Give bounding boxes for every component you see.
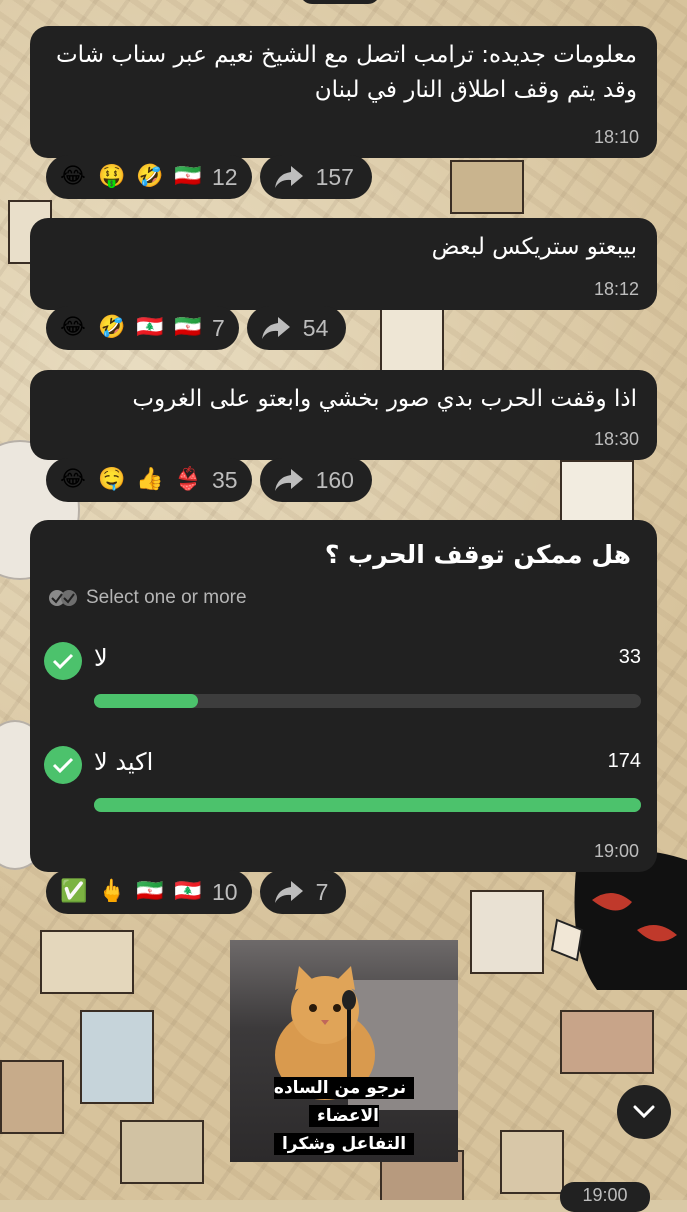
emoji-thumbs-up: 👍 <box>136 467 164 492</box>
reaction-pill[interactable]: 😂 🤣 🇱🇧 🇮🇷 7 <box>46 306 239 350</box>
message-bubble[interactable]: معلومات جديده: ترامب اتصل مع الشيخ نعيم … <box>30 26 657 158</box>
reaction-pill[interactable]: ✅ 🖕 🇮🇷 🇱🇧 10 <box>46 870 252 914</box>
share-pill[interactable]: 157 <box>259 155 372 199</box>
emoji-lebanon-flag: 🇱🇧 <box>174 879 202 904</box>
reaction-count: 35 <box>212 466 238 493</box>
emoji-iran-flag: 🇮🇷 <box>136 879 164 904</box>
poll-option-label: لا <box>94 644 108 672</box>
poll-bubble: هل ممكن توقف الحرب ؟ Select one or more … <box>30 520 657 872</box>
message-reactions: 😂 🤣 🇱🇧 🇮🇷 7 54 <box>46 306 347 350</box>
message-time: 18:30 <box>593 429 639 449</box>
poll-option-bar-fill <box>94 798 641 812</box>
checkmark-icon <box>44 746 82 784</box>
share-count: 54 <box>302 314 329 341</box>
emoji-check-mark: ✅ <box>60 879 88 904</box>
share-arrow-icon <box>274 881 303 903</box>
share-count: 7 <box>315 878 329 905</box>
emoji-bikini: 👙 <box>174 467 202 492</box>
emoji-tears-of-joy: 😂 <box>60 315 86 340</box>
poll-subtitle-row: Select one or more <box>48 587 657 609</box>
poll-option-bar <box>94 798 641 812</box>
cat-sticker[interactable]: نرجو من الساده الاعضاء التفاعل وشكرا <box>230 940 458 1162</box>
emoji-middle-finger: 🖕 <box>98 879 126 904</box>
emoji-drooling: 🤤 <box>98 467 126 492</box>
poll-option[interactable]: اكيد لا 174 <box>44 746 641 812</box>
poll-option-bar-fill <box>94 694 198 708</box>
poll-subtitle: Select one or more <box>86 587 247 608</box>
double-check-icon <box>49 590 77 606</box>
share-count: 157 <box>315 163 354 190</box>
reaction-count: 12 <box>212 163 238 190</box>
message-time: 18:12 <box>593 279 639 299</box>
sticker-caption-line: نرجو من الساده الاعضاء <box>273 1077 415 1127</box>
previous-reaction-stub <box>300 0 380 4</box>
checkmark-icon <box>44 642 82 680</box>
emoji-lebanon-flag: 🇱🇧 <box>136 315 164 340</box>
emoji-rofl: 🤣 <box>136 164 164 189</box>
message-reactions: 😂 🤤 👍 👙 35 160 <box>46 458 372 502</box>
sticker-caption: نرجو من الساده الاعضاء التفاعل وشكرا <box>238 1074 450 1158</box>
reaction-pill[interactable]: 😂 🤤 👍 👙 35 <box>46 458 252 502</box>
share-pill[interactable]: 54 <box>246 306 347 350</box>
poll-option-bar <box>94 694 641 708</box>
poll-option-votes: 174 <box>607 750 641 772</box>
reaction-count: 10 <box>212 878 238 905</box>
sticker-caption-line: التفاعل وشكرا <box>273 1133 415 1155</box>
poll-reactions: ✅ 🖕 🇮🇷 🇱🇧 10 7 <box>46 870 347 914</box>
message-text: بيبعتو ستريكس لبعض <box>431 234 637 260</box>
message-bubble[interactable]: بيبعتو ستريكس لبعض 18:12 <box>30 218 657 310</box>
share-pill[interactable]: 160 <box>259 458 372 502</box>
emoji-rofl: 🤣 <box>98 315 126 340</box>
message-time: 18:10 <box>593 127 639 147</box>
message-text: معلومات جديده: ترامب اتصل مع الشيخ نعيم … <box>56 42 637 103</box>
poll-question: هل ممكن توقف الحرب ؟ <box>324 540 631 569</box>
emoji-money-mouth: 🤑 <box>98 164 126 189</box>
reaction-pill[interactable]: 😂 🤑 🤣 🇮🇷 12 <box>46 155 252 199</box>
poll-option[interactable]: لا 33 <box>44 642 641 708</box>
next-message-time: 19:00 <box>560 1182 650 1212</box>
message-bubble[interactable]: اذا وقفت الحرب بدي صور بخشي وابعتو على ا… <box>30 370 657 460</box>
poll-time: 19:00 <box>593 841 639 861</box>
share-arrow-icon <box>261 317 290 339</box>
share-arrow-icon <box>274 469 303 491</box>
message-text: اذا وقفت الحرب بدي صور بخشي وابعتو على ا… <box>132 386 637 412</box>
share-count: 160 <box>315 466 354 493</box>
scroll-to-bottom-button[interactable] <box>617 1085 671 1139</box>
emoji-tears-of-joy: 😂 <box>60 467 86 492</box>
emoji-iran-flag: 🇮🇷 <box>174 164 202 189</box>
message-reactions: 😂 🤑 🤣 🇮🇷 12 157 <box>46 155 372 199</box>
share-arrow-icon <box>274 166 303 188</box>
emoji-iran-flag: 🇮🇷 <box>174 315 202 340</box>
share-pill[interactable]: 7 <box>259 870 347 914</box>
emoji-tears-of-joy: 😂 <box>60 164 86 189</box>
reaction-count: 7 <box>212 314 225 341</box>
poll-option-label: اكيد لا <box>94 748 154 776</box>
chevron-down-icon <box>633 1105 655 1119</box>
poll-option-votes: 33 <box>618 646 641 668</box>
